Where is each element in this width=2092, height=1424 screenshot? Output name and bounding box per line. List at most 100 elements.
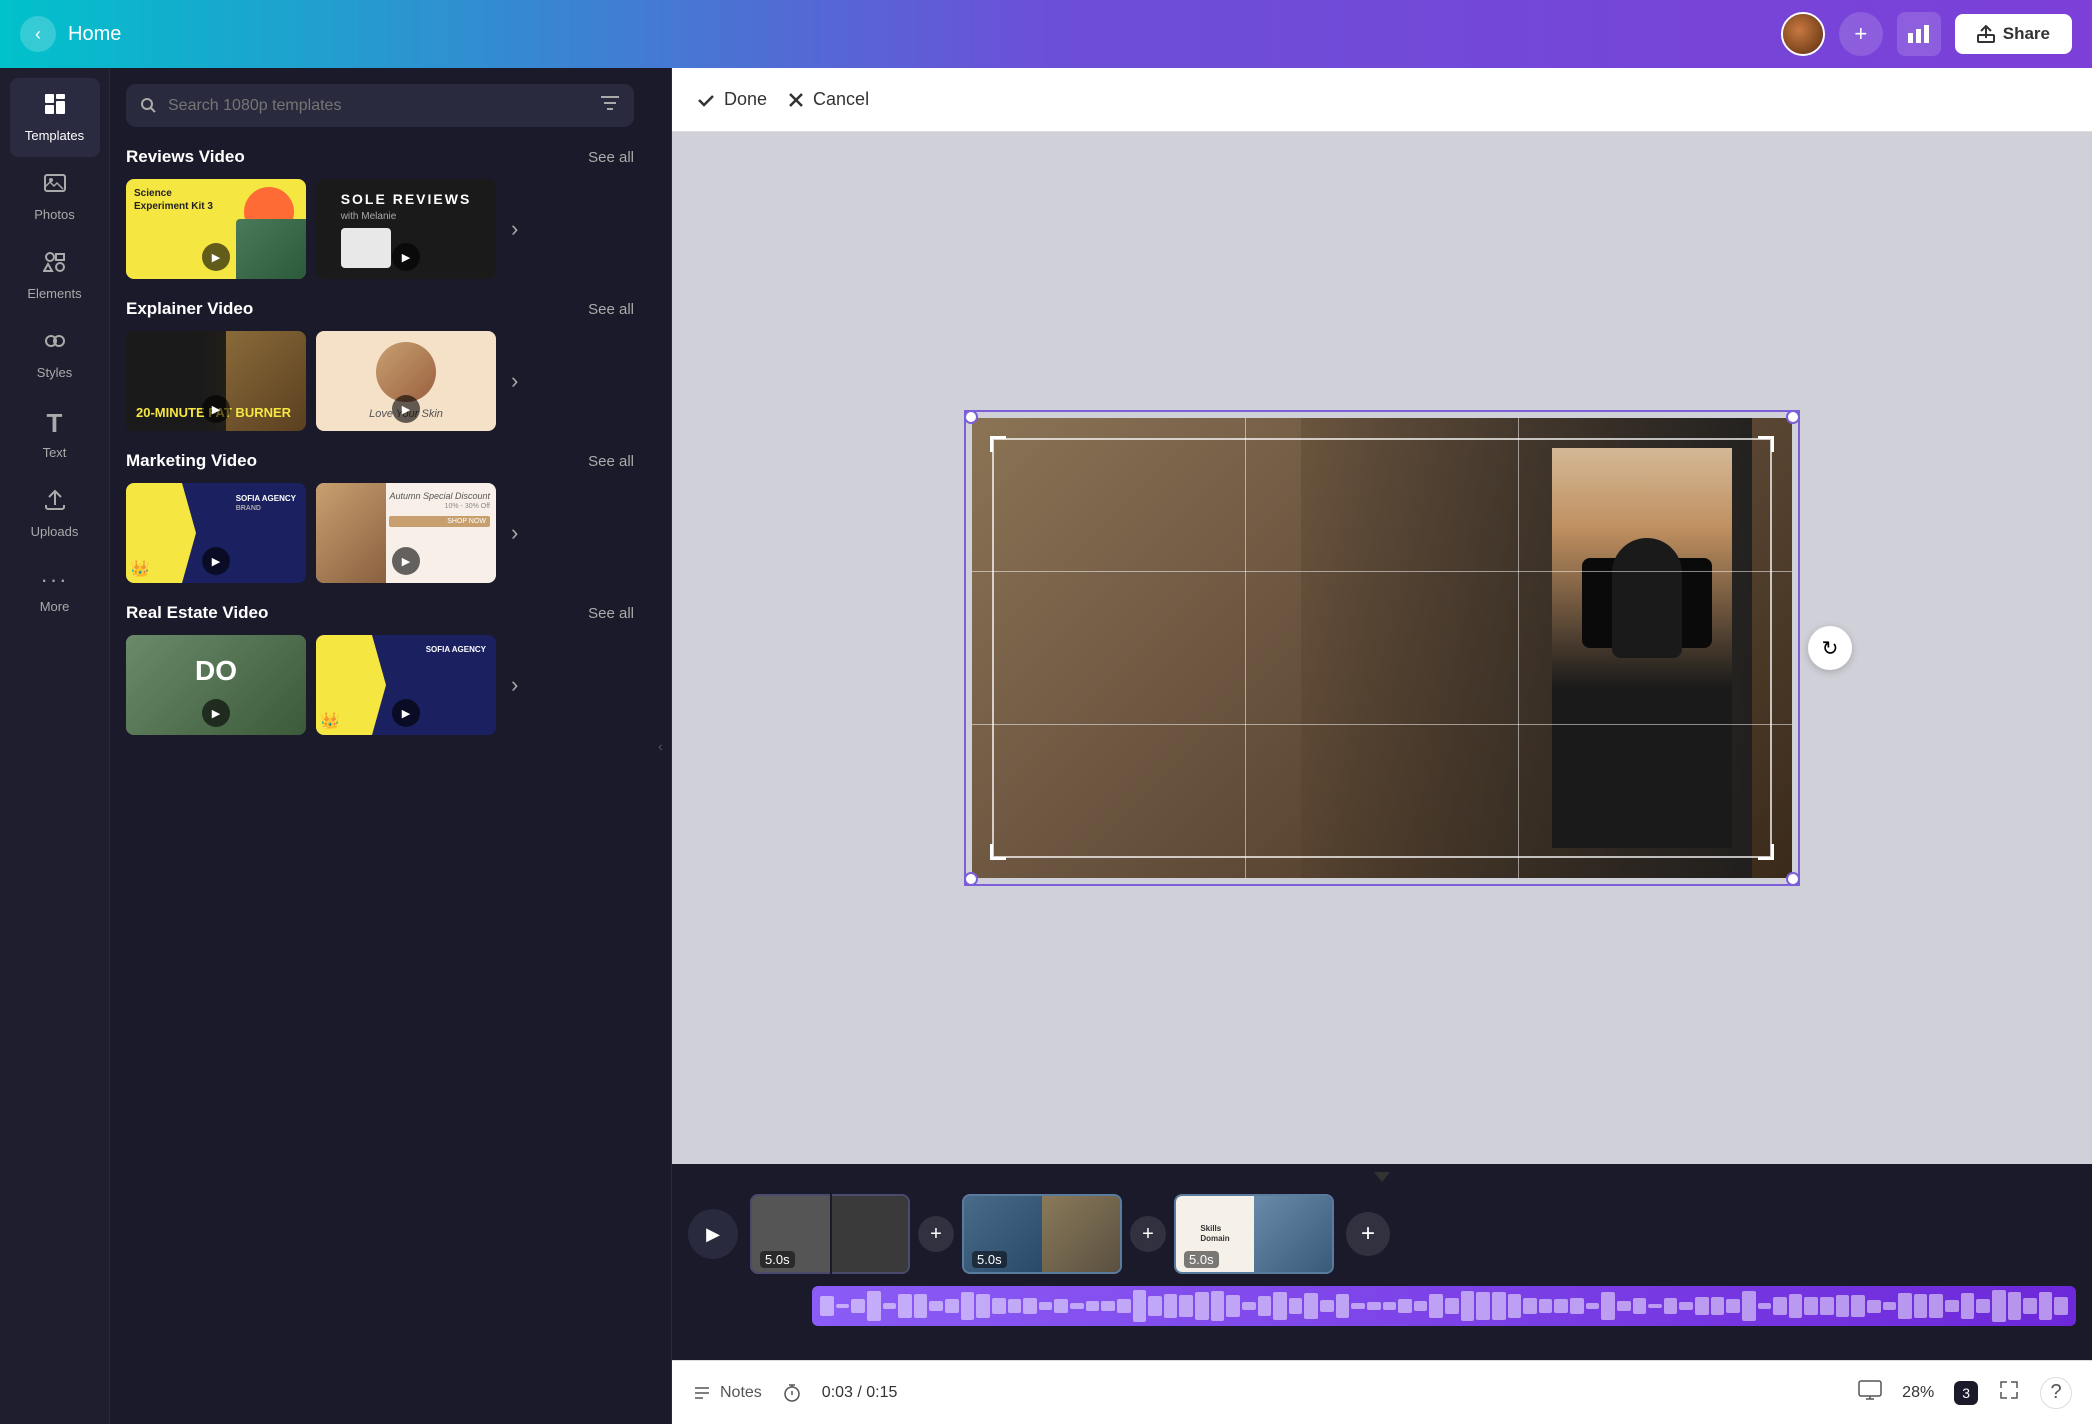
zoom-display[interactable]: 28% (1902, 1384, 1934, 1402)
action-bar: Done Cancel (672, 68, 2092, 132)
explainer-video-row: 20-MINUTE FAT BURNER ▶ Love Your Skin ▶ … (126, 331, 634, 431)
wave-bar (1914, 1294, 1928, 1319)
wave-bar (1976, 1299, 1990, 1313)
wave-bar (1008, 1299, 1022, 1312)
explainer-thumb-2[interactable]: Love Your Skin ▶ (316, 331, 496, 431)
wave-bar (2008, 1292, 2022, 1320)
filter-icon[interactable] (600, 94, 620, 117)
text-label: Text (43, 445, 67, 460)
marketing-thumb-1[interactable]: SOFIA AGENCY BRAND 👑 ▶ (126, 483, 306, 583)
explainer-thumb-1-play[interactable]: ▶ (202, 395, 230, 423)
elements-label: Elements (27, 286, 81, 301)
clip-3[interactable]: Skills Domain 5.0s (1174, 1194, 1334, 1274)
sidebar-item-elements[interactable]: Elements (10, 236, 100, 315)
realestate-thumb-2-play[interactable]: ▶ (392, 699, 420, 727)
rotate-button[interactable]: ↻ (1808, 626, 1852, 670)
wave-bar (1242, 1302, 1256, 1310)
cancel-button[interactable]: Cancel (787, 89, 869, 110)
reviews-video-see-all[interactable]: See all (588, 149, 634, 166)
templates-icon (43, 92, 67, 122)
wave-bar (1679, 1302, 1693, 1311)
marketing-video-see-all[interactable]: See all (588, 453, 634, 470)
add-clip-btn-3[interactable]: + (1346, 1212, 1390, 1256)
reviews-thumb-2-play[interactable]: ▶ (392, 243, 420, 271)
clip-1-time: 5.0s (760, 1251, 795, 1268)
help-button[interactable]: ? (2040, 1377, 2072, 1409)
icon-sidebar: Templates Photos Elements (0, 68, 110, 1424)
marketing-thumb-2-play[interactable]: ▶ (392, 547, 420, 575)
wave-bar (1383, 1302, 1397, 1310)
monitor-button[interactable] (1858, 1380, 1882, 1406)
search-input[interactable] (168, 97, 590, 115)
add-clip-btn-1[interactable]: + (918, 1216, 954, 1252)
shoe-img (341, 228, 391, 268)
marketing-nav-next[interactable]: › (506, 515, 523, 551)
handle-br[interactable] (1786, 872, 1800, 886)
handle-bl[interactable] (964, 872, 978, 886)
playhead-line (830, 1194, 832, 1274)
add-clip-btn-2[interactable]: + (1130, 1216, 1166, 1252)
avatar[interactable] (1781, 12, 1825, 56)
marketing-thumb-1-play[interactable]: ▶ (202, 547, 230, 575)
wave-bar (1398, 1299, 1412, 1313)
page-count-button[interactable]: 3 (1954, 1381, 1978, 1405)
explainer-video-see-all[interactable]: See all (588, 301, 634, 318)
realestate-nav-next[interactable]: › (506, 667, 523, 703)
reviews-nav-next[interactable]: › (506, 211, 523, 247)
handle-tr[interactable] (1786, 410, 1800, 424)
realestate-thumb-1-play[interactable]: ▶ (202, 699, 230, 727)
camera-lens (1612, 538, 1682, 658)
realestate-video-section-header: Real Estate Video See all (126, 603, 634, 623)
wave-bar (1148, 1296, 1162, 1315)
realestate-video-see-all[interactable]: See all (588, 605, 634, 622)
crown-icon-2: 👑 (320, 711, 340, 731)
marketing-thumb-2[interactable]: Autumn Special Discount 10% - 30% Off SH… (316, 483, 496, 583)
audio-track[interactable]: // Will be rendered inline (812, 1286, 2076, 1326)
clip-2-half-b (1042, 1196, 1120, 1272)
wave-bar (1789, 1294, 1803, 1317)
wave-bar (1554, 1299, 1568, 1313)
video-frame[interactable]: ↻ (972, 418, 1792, 878)
explainer-thumb-2-play[interactable]: ▶ (392, 395, 420, 423)
hide-panel-button[interactable]: ‹ (650, 68, 672, 1424)
reviews-thumb-2[interactable]: SOLE REVIEWS with Melanie ▶ (316, 179, 496, 279)
back-button[interactable]: ‹ (20, 16, 56, 52)
templates-label: Templates (25, 128, 84, 143)
stats-button[interactable] (1897, 12, 1941, 56)
timeline-scroll[interactable]: ▶ 5.0s + (672, 1186, 2092, 1360)
explainer-nav-next[interactable]: › (506, 363, 523, 399)
sidebar-item-styles[interactable]: Styles (10, 315, 100, 394)
realestate-thumb-1[interactable]: DO ▶ (126, 635, 306, 735)
marketing-video-section-header: Marketing Video See all (126, 451, 634, 471)
monitor-icon (1858, 1380, 1882, 1400)
expand-button[interactable] (1998, 1379, 2020, 1407)
notes-button[interactable]: Notes (692, 1383, 762, 1403)
sidebar-item-uploads[interactable]: Uploads (10, 474, 100, 553)
explainer-thumb-1[interactable]: 20-MINUTE FAT BURNER ▶ (126, 331, 306, 431)
done-button[interactable]: Done (696, 89, 767, 110)
wave-bar (1695, 1297, 1709, 1315)
clip-3-half-b (1254, 1196, 1332, 1272)
clip-2[interactable]: 5.0s (962, 1194, 1122, 1274)
add-button[interactable]: + (1839, 12, 1883, 56)
timer-button[interactable] (782, 1383, 802, 1403)
wave-bar (1023, 1298, 1037, 1314)
sole-reviews-text: SOLE REVIEWS (341, 191, 472, 207)
sidebar-item-more[interactable]: ··· More (10, 553, 100, 628)
play-button[interactable]: ▶ (688, 1209, 738, 1259)
sidebar-item-text[interactable]: T Text (10, 394, 100, 474)
sidebar-item-photos[interactable]: Photos (10, 157, 100, 236)
handle-tl[interactable] (964, 410, 978, 424)
reviews-thumb-1-play[interactable]: ▶ (202, 243, 230, 271)
green-block (236, 219, 306, 279)
cancel-label: Cancel (813, 89, 869, 110)
sidebar-item-templates[interactable]: Templates (10, 78, 100, 157)
wave-bar (1539, 1299, 1553, 1314)
wave-bar (2039, 1292, 2053, 1320)
realestate-thumb-2[interactable]: SOFIA AGENCY 👑 ▶ (316, 635, 496, 735)
wave-bar (1117, 1299, 1131, 1313)
reviews-thumb-1[interactable]: Science Experiment Kit 3 ▶ (126, 179, 306, 279)
main-layout: Templates Photos Elements (0, 68, 2092, 1424)
share-button[interactable]: Share (1955, 14, 2072, 54)
wave-bar (867, 1291, 881, 1322)
